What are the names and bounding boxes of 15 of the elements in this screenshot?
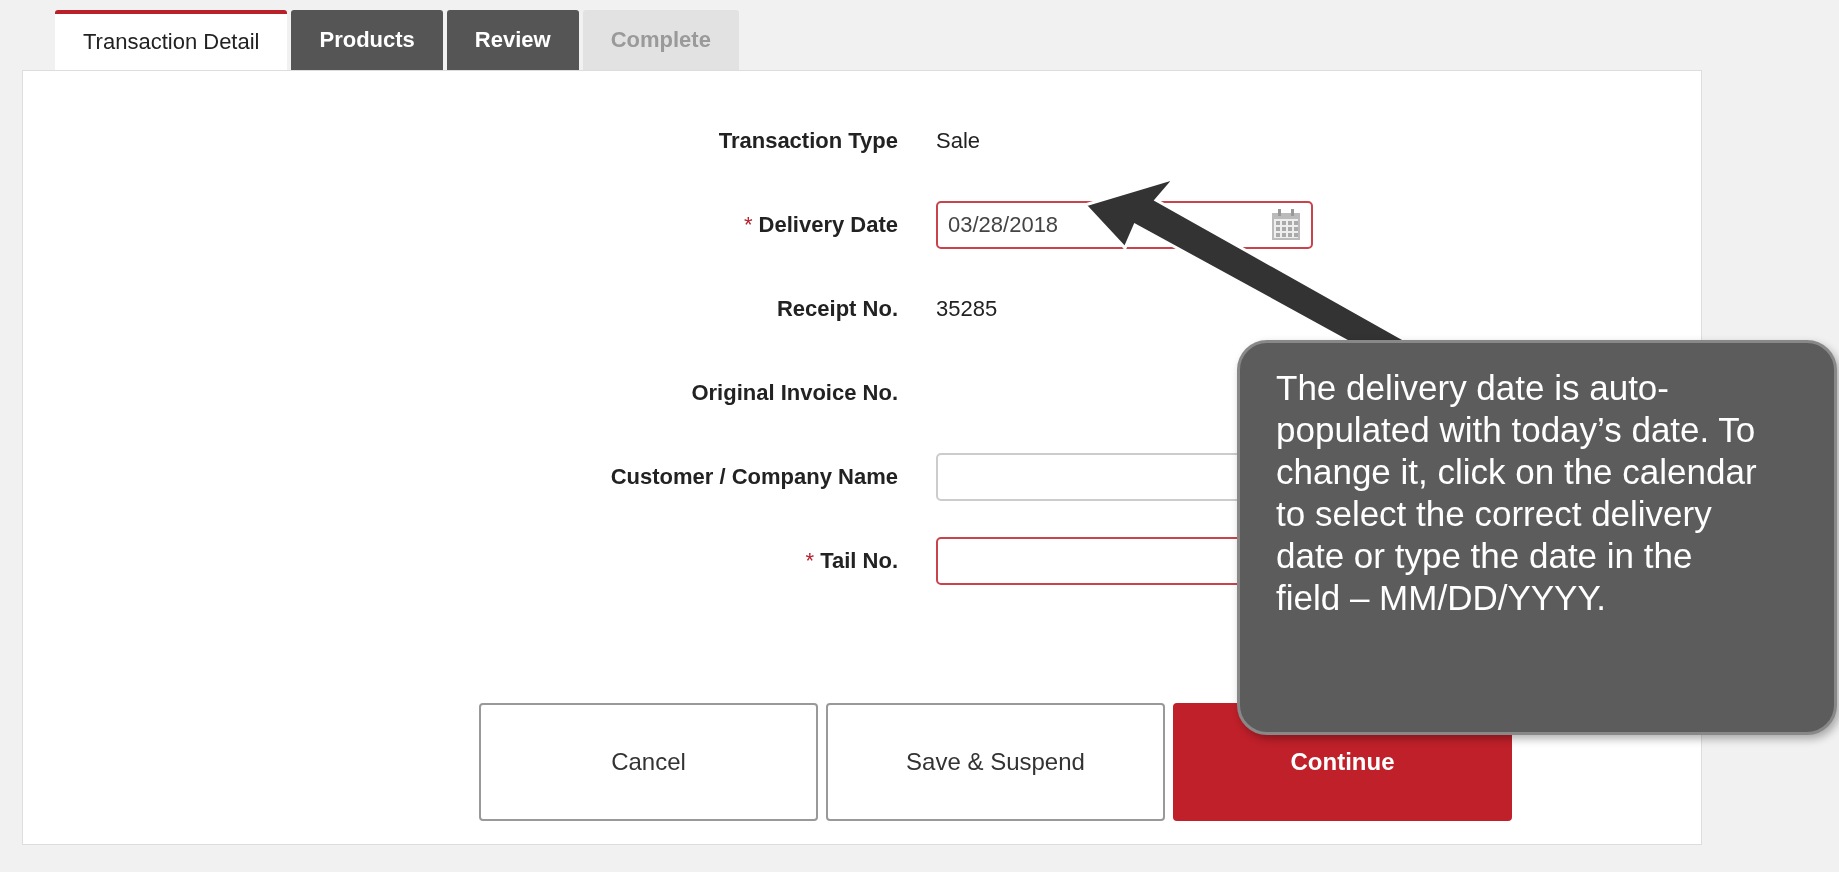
tab[interactable]: Transaction Detail (55, 10, 288, 70)
secondary-button[interactable]: Save & Suspend (826, 703, 1165, 821)
field-value: 35285 (936, 296, 999, 322)
calendar-icon[interactable] (1271, 209, 1301, 241)
field-label: Transaction Type (717, 128, 898, 154)
field-label: Receipt No. (775, 296, 898, 322)
field-label: * Tail No. (804, 548, 898, 574)
field-value: Sale (936, 128, 982, 154)
field-label: Original Invoice No. (690, 380, 898, 406)
tab[interactable]: Review (446, 10, 579, 70)
field-label: * Delivery Date (743, 212, 898, 238)
tab[interactable]: Products (291, 10, 443, 70)
field-label: Customer / Company Name (609, 464, 898, 490)
secondary-button[interactable]: Cancel (479, 703, 818, 821)
help-tooltip: The delivery date is auto-populated with today’s date. To change it, click on the calendar to select the correct delivery date or type the date in the field – MM/DD/YYYY. (1237, 340, 1837, 735)
